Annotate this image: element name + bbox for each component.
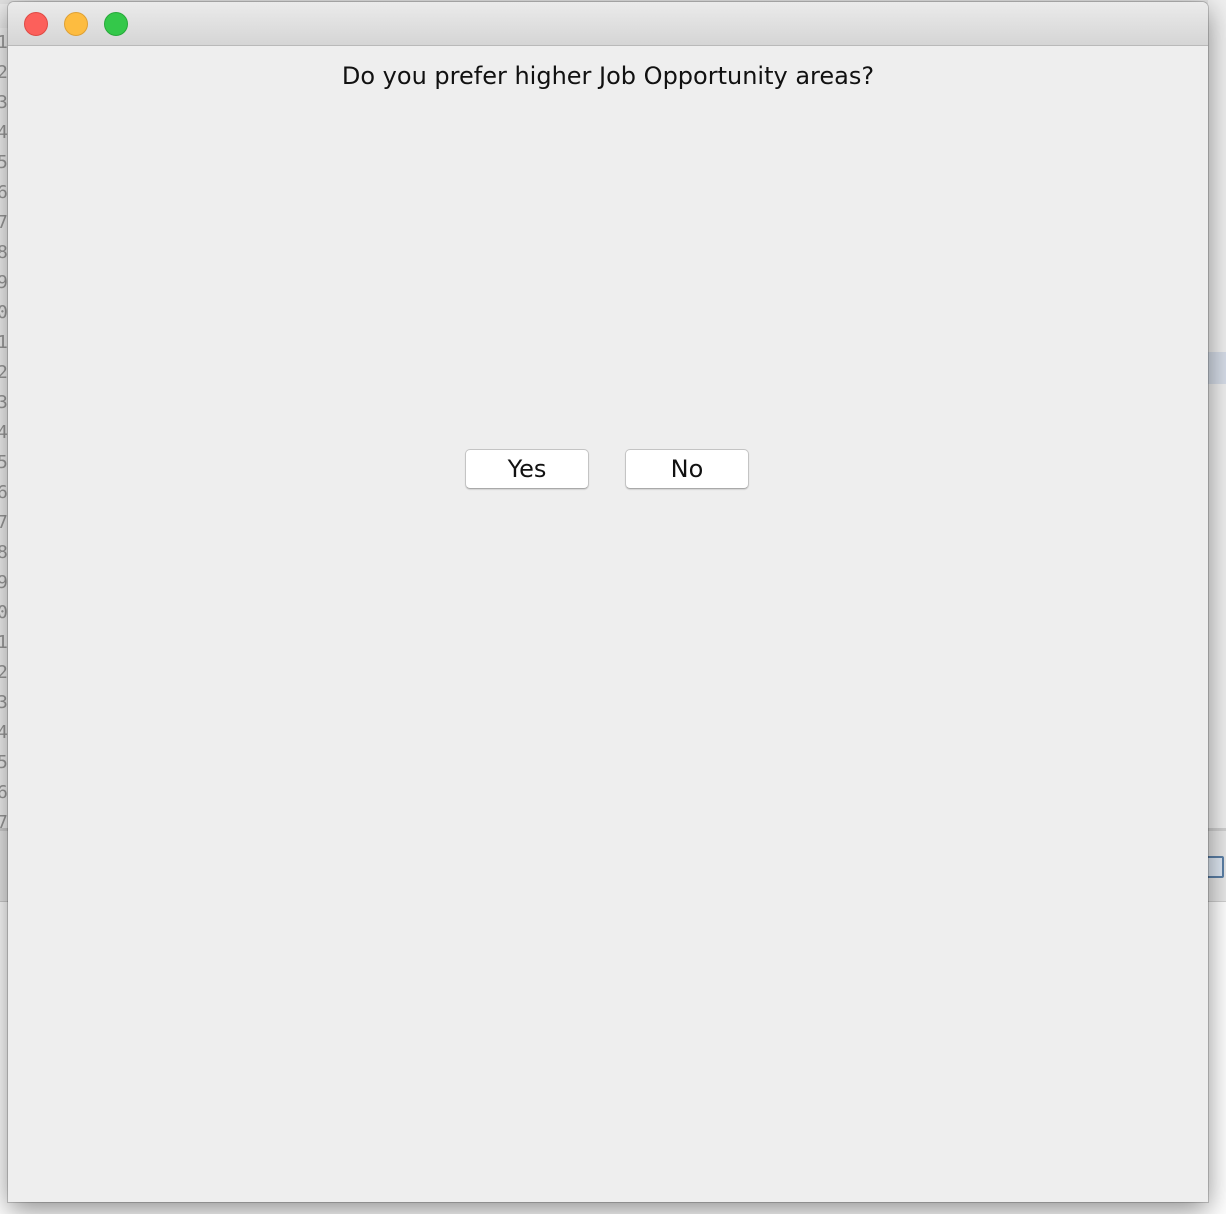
window-icon xyxy=(1206,856,1224,878)
window-titlebar[interactable] xyxy=(8,2,1208,46)
minimize-icon[interactable] xyxy=(64,12,88,36)
question-label: Do you prefer higher Job Opportunity are… xyxy=(341,62,875,90)
maximize-icon[interactable] xyxy=(104,12,128,36)
no-button[interactable]: No xyxy=(625,449,749,489)
background-right-panel xyxy=(1208,0,1226,828)
yes-button[interactable]: Yes xyxy=(465,449,589,489)
background-selection-highlight xyxy=(1208,352,1226,384)
close-icon[interactable] xyxy=(24,12,48,36)
desktop: 123456789012345678901234567 Do you prefe… xyxy=(0,0,1226,1214)
dialog-window: Do you prefer higher Job Opportunity are… xyxy=(8,2,1208,1202)
